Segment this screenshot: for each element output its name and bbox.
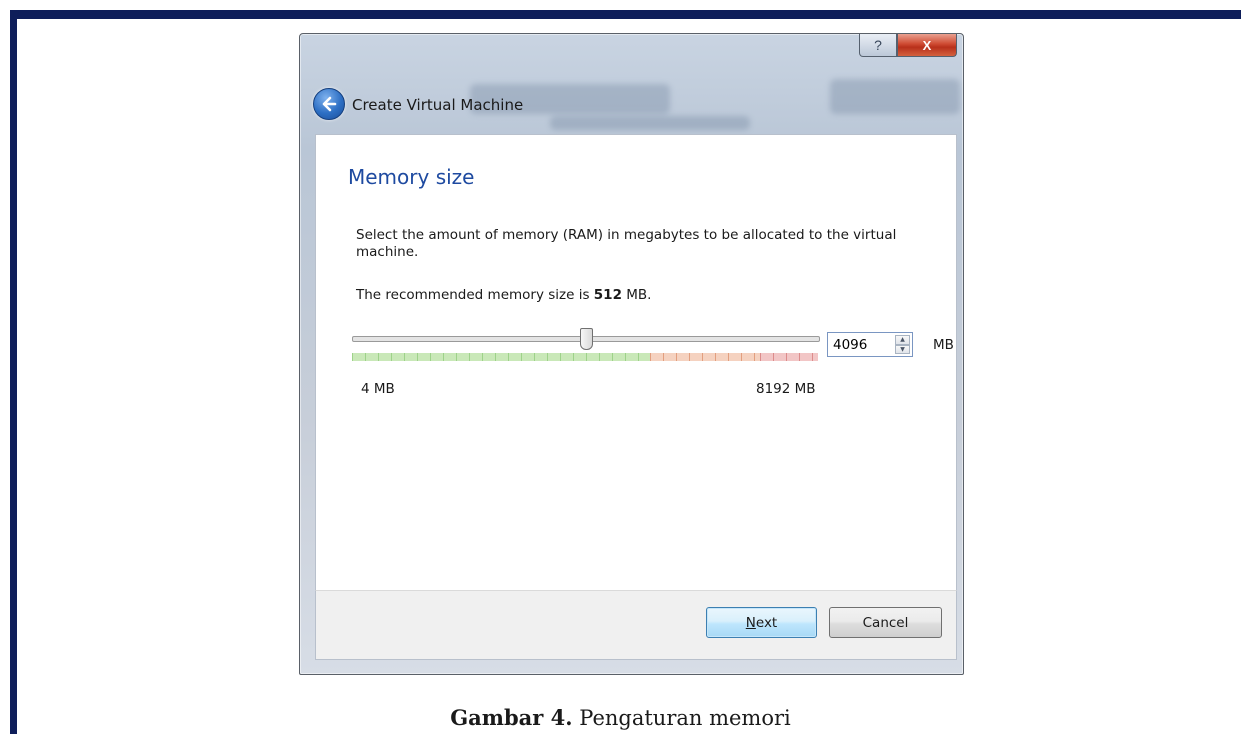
caption-buttons: ? X: [859, 34, 957, 57]
memory-slider-scale: [352, 353, 818, 361]
spin-arrows: ▲ ▼: [895, 335, 910, 354]
page-description: Select the amount of memory (RAM) in meg…: [356, 227, 897, 260]
wizard-page: Memory size Select the amount of memory …: [315, 134, 957, 591]
back-button[interactable]: [313, 88, 345, 120]
figure-text: Pengaturan memori: [572, 706, 791, 730]
memory-unit-label: MB: [933, 337, 954, 353]
figure-caption: Gambar 4. Pengaturan memori: [0, 705, 1241, 730]
memory-spinbox[interactable]: ▲ ▼: [827, 332, 913, 357]
slider-min-label: 4 MB: [361, 381, 395, 397]
document-frame-top: [10, 10, 1241, 19]
memory-input[interactable]: [828, 333, 890, 356]
dialog-footer: Next Cancel: [315, 590, 957, 660]
close-icon: X: [922, 37, 932, 53]
document-frame-left: [10, 10, 17, 734]
close-button[interactable]: X: [897, 34, 957, 57]
chevron-up-icon[interactable]: ▲: [895, 335, 910, 345]
slider-max-label: 8192 MB: [756, 381, 816, 397]
next-button[interactable]: Next: [706, 607, 817, 638]
cancel-button-label: Cancel: [862, 614, 909, 631]
wizard-title: Create Virtual Machine: [352, 96, 524, 114]
back-arrow-icon: [322, 96, 337, 112]
glass-blur: [550, 116, 750, 130]
next-button-label: Next: [745, 614, 778, 631]
recommended-memory-text: The recommended memory size is 512 MB.: [356, 287, 651, 303]
recommended-suffix: MB.: [621, 287, 652, 303]
page-heading: Memory size: [348, 165, 475, 189]
scale-danger-zone: [760, 353, 818, 361]
recommended-value: 512: [593, 287, 622, 303]
scale-warning-zone: [650, 353, 760, 361]
scale-safe-zone: [352, 353, 650, 361]
recommended-prefix: The recommended memory size is: [356, 287, 594, 303]
glass-blur: [830, 79, 960, 114]
help-button[interactable]: ?: [859, 34, 897, 57]
memory-slider-thumb[interactable]: [579, 328, 593, 350]
figure-label: Gambar 4.: [450, 705, 573, 730]
help-icon: ?: [874, 37, 882, 53]
create-vm-dialog: ? X Create Virtual Machine Memory size S…: [299, 33, 964, 675]
chevron-down-icon[interactable]: ▼: [895, 344, 910, 354]
cancel-button[interactable]: Cancel: [829, 607, 942, 638]
